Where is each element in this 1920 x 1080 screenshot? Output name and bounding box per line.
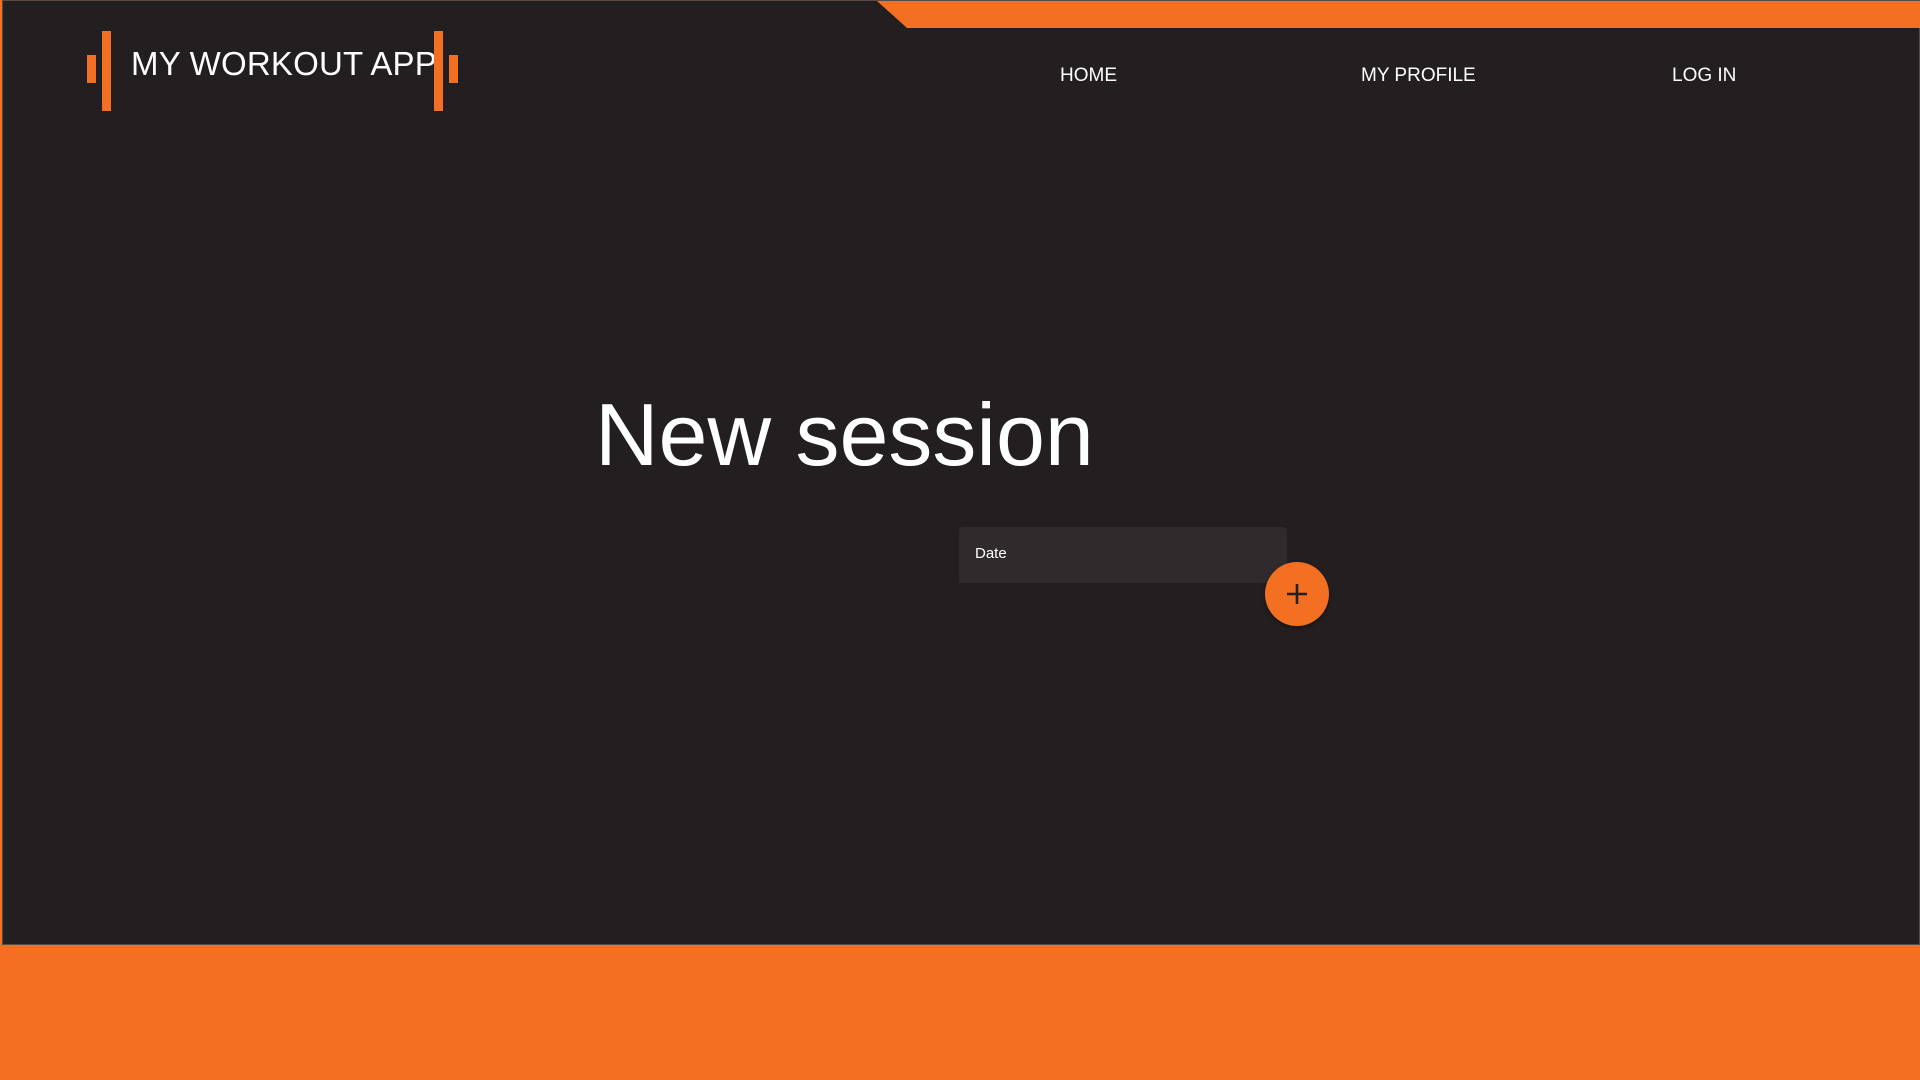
logo-right-tall-bar (434, 31, 443, 111)
nav-home-link[interactable]: HOME (1060, 65, 1117, 87)
logo-left-short-bar (87, 55, 96, 83)
date-field[interactable]: Date (959, 527, 1287, 583)
date-field-label: Date (975, 545, 1007, 562)
plus-icon (1287, 584, 1307, 604)
nav-my-profile-link[interactable]: MY PROFILE (1361, 65, 1476, 87)
app-window: MY WORKOUT APP HOME MY PROFILE LOG IN Ne… (2, 0, 1920, 945)
app-logo[interactable]: MY WORKOUT APP (87, 31, 463, 113)
logo-left-tall-bar (102, 31, 111, 111)
logo-right-short-bar (449, 55, 458, 83)
page-title: New session (595, 385, 1094, 484)
app-name: MY WORKOUT APP (131, 45, 437, 82)
nav-log-in-link[interactable]: LOG IN (1672, 65, 1736, 87)
add-session-button[interactable] (1265, 562, 1329, 626)
top-accent-stripe (877, 1, 1920, 28)
